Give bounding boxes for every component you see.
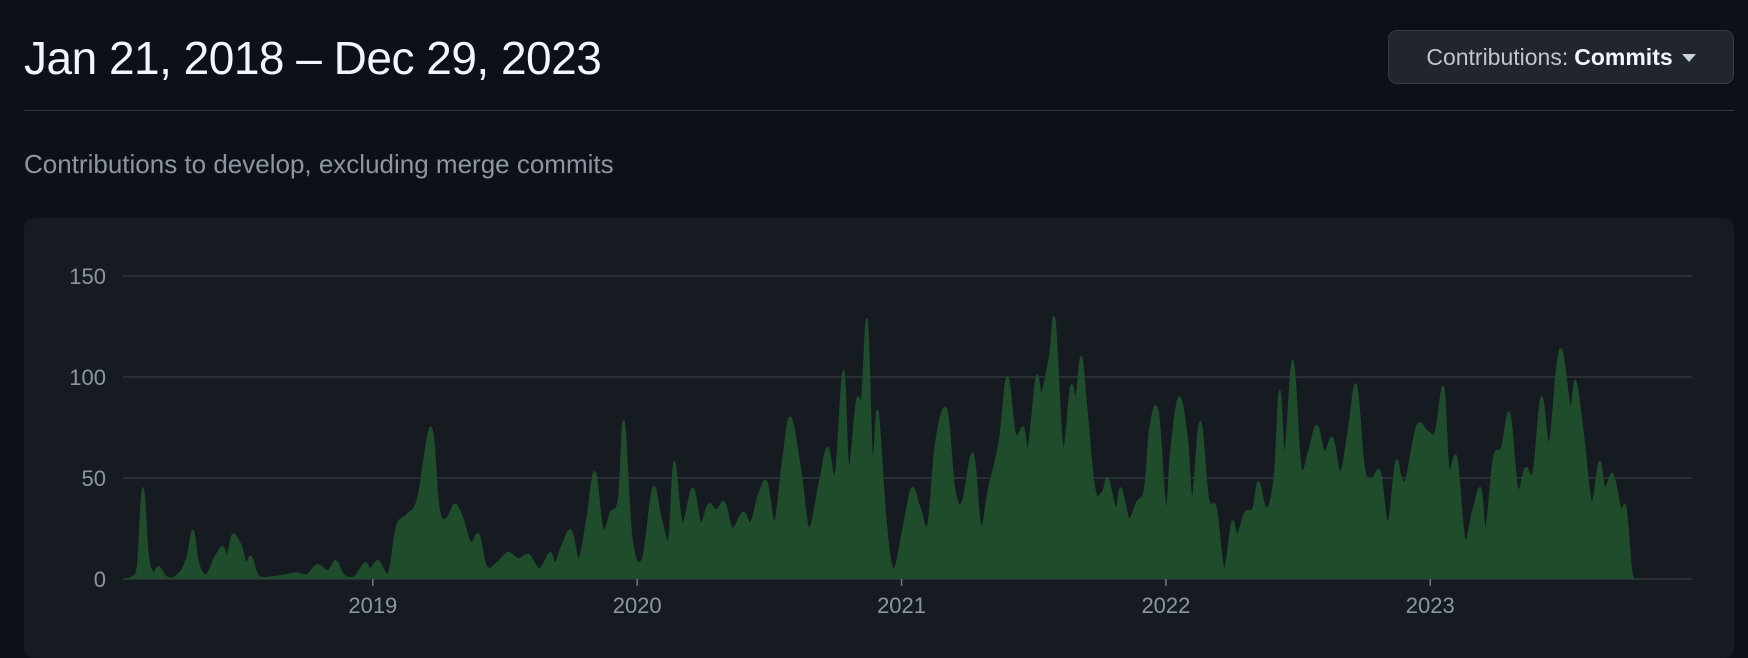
area-series <box>124 316 1635 580</box>
contributions-dropdown-button[interactable]: Contributions: Commits <box>1388 30 1734 84</box>
y-tick-label: 150 <box>69 264 106 289</box>
caret-down-icon <box>1681 54 1696 62</box>
chart-panel: 0 50 100 150 2019 2020 2021 2022 2023 <box>24 218 1734 658</box>
x-tick-label: 2019 <box>348 593 397 618</box>
x-tick-label: 2022 <box>1141 593 1190 618</box>
y-tick-label: 50 <box>82 466 106 491</box>
y-tick-label: 100 <box>69 365 106 390</box>
y-tick-label: 0 <box>94 567 106 592</box>
page-header: Jan 21, 2018 – Dec 29, 2023 Contribution… <box>24 0 1734 111</box>
x-tick-label: 2021 <box>877 593 926 618</box>
x-tick-label: 2020 <box>613 593 662 618</box>
chart-subtitle: Contributions to develop, excluding merg… <box>24 149 614 179</box>
contributions-chart: 0 50 100 150 2019 2020 2021 2022 2023 <box>69 264 1692 618</box>
contributions-value-label: Commits <box>1574 43 1673 70</box>
commits-area <box>124 316 1634 579</box>
x-tick-label: 2023 <box>1406 593 1455 618</box>
contributions-prefix-label: Contributions: <box>1426 43 1569 70</box>
date-range-title: Jan 21, 2018 – Dec 29, 2023 <box>24 32 602 84</box>
